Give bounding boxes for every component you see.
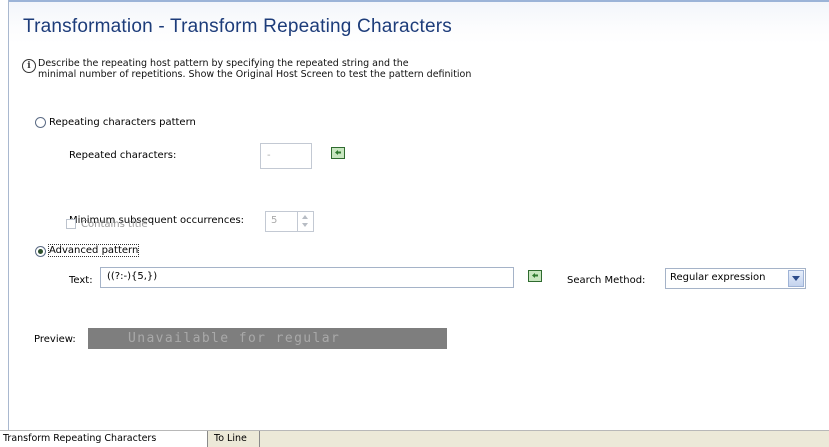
tab-bar: Transform Repeating Characters To Line bbox=[0, 430, 829, 447]
insert-arrow-icon[interactable] bbox=[331, 147, 345, 159]
contains-title-label: Contains title bbox=[81, 219, 148, 230]
description-line-2: minimal number of repetitions. Show the … bbox=[38, 69, 472, 80]
spinner-up-icon[interactable] bbox=[302, 215, 308, 219]
description-line-1: Describe the repeating host pattern by s… bbox=[38, 58, 409, 69]
repeating-pattern-label: Repeating characters pattern bbox=[49, 117, 196, 128]
search-method-select[interactable]: Regular expression bbox=[665, 268, 806, 289]
repeating-pattern-radio[interactable] bbox=[35, 117, 46, 128]
repeated-characters-label: Repeated characters: bbox=[69, 150, 177, 161]
advanced-pattern-radio[interactable] bbox=[35, 246, 46, 257]
repeated-characters-input[interactable]: - bbox=[260, 143, 312, 169]
search-method-value: Regular expression bbox=[670, 272, 766, 283]
description: Describe the repeating host pattern by s… bbox=[38, 58, 471, 80]
chevron-down-icon[interactable] bbox=[788, 270, 804, 287]
contains-title-checkbox[interactable] bbox=[66, 219, 76, 229]
search-method-label: Search Method: bbox=[567, 275, 646, 286]
page-title: Transformation - Transform Repeating Cha… bbox=[23, 16, 452, 37]
left-border bbox=[8, 0, 9, 430]
tab-transform-repeating-characters[interactable]: Transform Repeating Characters bbox=[0, 431, 208, 447]
preview-label: Preview: bbox=[34, 334, 76, 345]
advanced-pattern-label: Advanced pattern bbox=[47, 244, 140, 257]
spinner-down-icon[interactable] bbox=[302, 223, 308, 227]
tab-to-line[interactable]: To Line bbox=[210, 431, 260, 447]
insert-arrow-icon[interactable] bbox=[528, 270, 542, 282]
form-header: Transformation - Transform Repeating Cha… bbox=[9, 2, 829, 44]
spinner-arrows[interactable] bbox=[297, 211, 313, 231]
info-icon: i bbox=[22, 59, 36, 73]
preview-screen: Unavailable for regular bbox=[88, 328, 447, 349]
text-label: Text: bbox=[69, 275, 93, 286]
preview-text: Unavailable for regular bbox=[128, 331, 341, 346]
pattern-text-input[interactable]: ((?:-){5,}) bbox=[100, 267, 514, 288]
